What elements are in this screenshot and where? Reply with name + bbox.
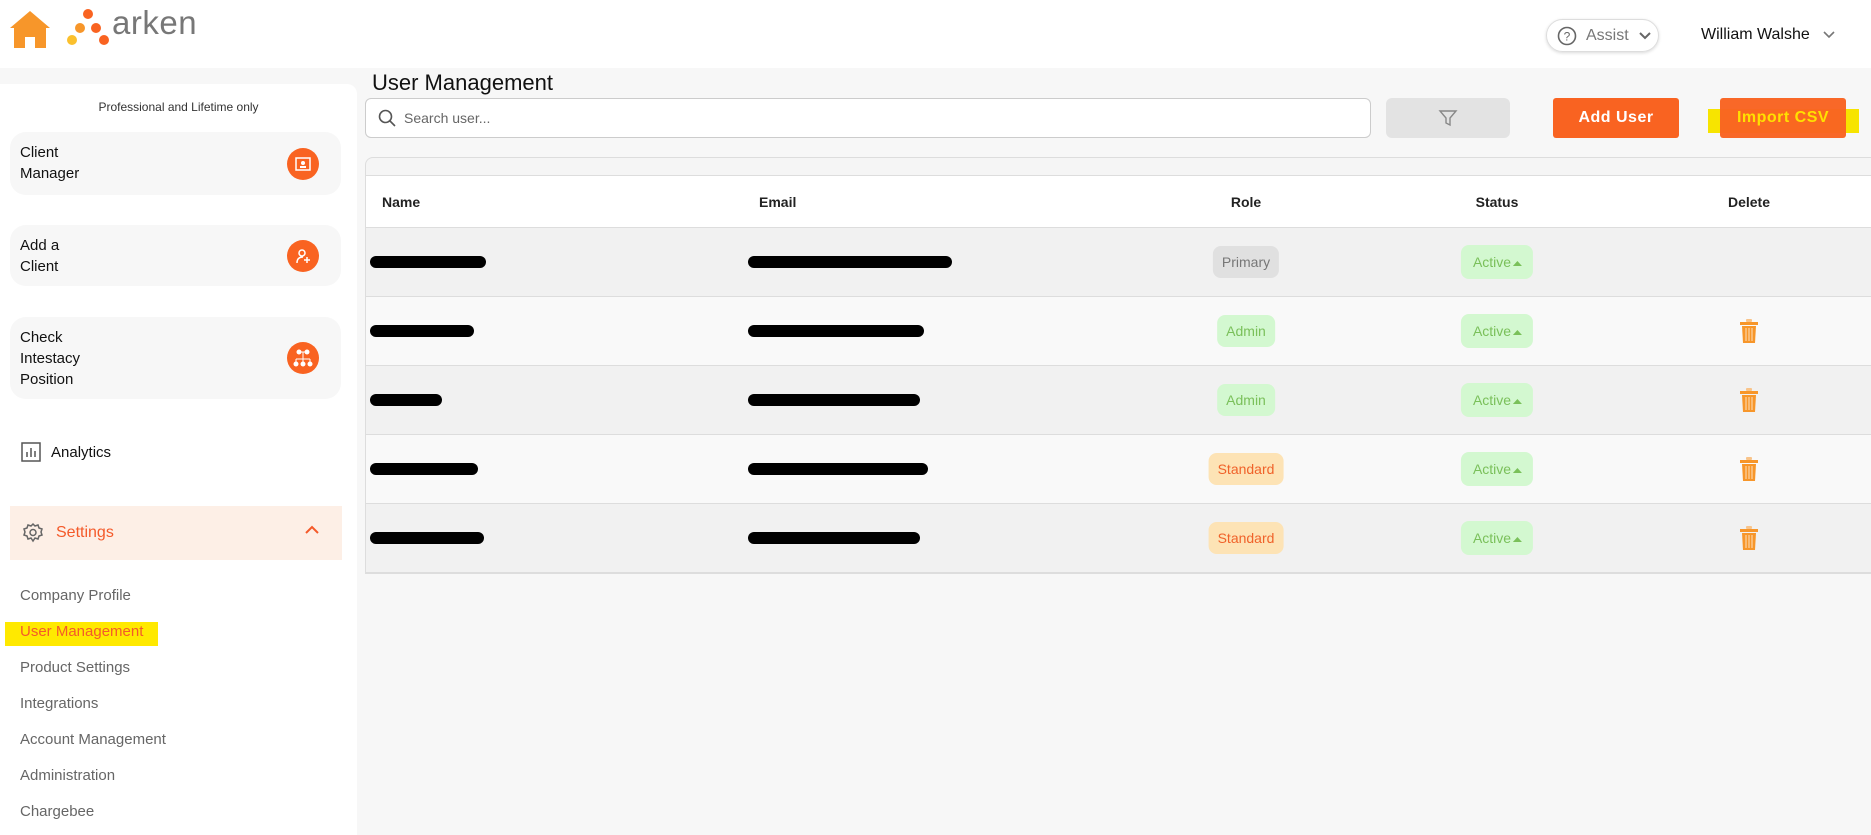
search-box[interactable] — [365, 98, 1371, 138]
status-label: Active — [1472, 392, 1512, 408]
submenu-user-management[interactable]: User Management — [20, 623, 143, 640]
redacted-name — [370, 532, 484, 544]
card-label: Client — [20, 258, 59, 275]
assist-label: Assist — [1586, 26, 1629, 44]
role-badge: Primary — [1212, 246, 1280, 278]
role-badge: Admin — [1217, 384, 1275, 416]
client-manager-card[interactable]: Client Manager — [10, 132, 341, 195]
redacted-email — [748, 325, 924, 337]
table-header: Name Email Role Status Delete — [366, 175, 1871, 228]
logo-text: arken — [112, 4, 198, 41]
filter-button[interactable] — [1386, 98, 1510, 138]
submenu-integrations[interactable]: Integrations — [20, 695, 98, 712]
caret-up-icon — [1513, 261, 1523, 266]
caret-up-icon — [1513, 399, 1523, 404]
arken-logo-icon[interactable] — [66, 8, 110, 48]
trash-icon[interactable] — [1740, 319, 1758, 343]
submenu-company-profile[interactable]: Company Profile — [20, 587, 131, 604]
gear-icon — [23, 522, 43, 543]
bar-chart-icon — [21, 442, 41, 462]
sidebar-item-settings[interactable]: Settings — [10, 506, 342, 560]
import-csv-button[interactable]: Import CSV — [1720, 98, 1846, 138]
col-status: Status — [1475, 193, 1519, 210]
status-label: Active — [1472, 323, 1512, 339]
redacted-email — [748, 256, 952, 268]
role-badge: Standard — [1208, 522, 1284, 554]
settings-label: Settings — [56, 524, 114, 541]
col-role: Role — [1230, 193, 1262, 210]
redacted-email — [748, 463, 928, 475]
card-label: Check — [20, 329, 63, 346]
page-title: User Management — [372, 70, 553, 95]
svg-text:?: ? — [1564, 29, 1571, 43]
sidebar: Professional and Lifetime only Client Ma… — [0, 84, 357, 835]
assist-button[interactable]: ? Assist — [1546, 19, 1659, 52]
card-label: Intestacy — [20, 350, 81, 367]
add-client-card[interactable]: Add a Client — [10, 225, 341, 286]
card-label: Client — [20, 144, 59, 161]
plan-note: Professional and Lifetime only — [98, 100, 259, 114]
submenu-account-management[interactable]: Account Management — [20, 731, 166, 748]
help-icon: ? — [1557, 26, 1577, 45]
role-badge: Admin — [1217, 315, 1275, 347]
analytics-label: Analytics — [51, 443, 112, 461]
table-row: Primary Active — [366, 228, 1871, 297]
role-badge: Standard — [1208, 453, 1284, 485]
submenu-administration[interactable]: Administration — [20, 767, 115, 784]
card-label: Position — [20, 371, 74, 388]
card-label: Manager — [20, 165, 80, 182]
submenu-product-settings[interactable]: Product Settings — [20, 659, 130, 676]
redacted-name — [370, 463, 478, 475]
col-delete: Delete — [1727, 193, 1771, 210]
redacted-email — [748, 394, 920, 406]
col-name: Name — [382, 193, 421, 210]
home-icon[interactable] — [8, 8, 52, 50]
users-table: Name Email Role Status Delete Primary Ac… — [365, 157, 1871, 574]
status-label: Active — [1472, 530, 1512, 546]
sidebar-item-analytics[interactable]: Analytics — [21, 442, 111, 462]
status-badge[interactable]: Active — [1460, 245, 1534, 279]
folder-user-icon — [287, 147, 319, 180]
chevron-down-icon — [1823, 31, 1835, 39]
submenu-chargebee[interactable]: Chargebee — [20, 803, 94, 820]
trash-icon[interactable] — [1740, 457, 1758, 481]
redacted-name — [370, 394, 442, 406]
user-name: William Walshe — [1701, 26, 1810, 43]
filter-icon — [1438, 110, 1458, 127]
col-email: Email — [759, 193, 797, 210]
status-badge[interactable]: Active — [1460, 383, 1534, 417]
caret-up-icon — [1513, 537, 1523, 542]
table-row: Standard Active — [366, 435, 1871, 504]
add-user-button[interactable]: Add User — [1553, 98, 1679, 138]
user-menu[interactable]: William Walshe — [1701, 26, 1836, 44]
top-header: arken ? Assist William Walshe — [0, 0, 1871, 68]
status-badge[interactable]: Active — [1460, 521, 1534, 555]
trash-icon[interactable] — [1740, 388, 1758, 412]
trash-icon[interactable] — [1740, 526, 1758, 550]
card-label: Add a — [20, 237, 60, 254]
caret-up-icon — [1513, 330, 1523, 335]
status-badge[interactable]: Active — [1460, 452, 1534, 486]
redacted-name — [370, 256, 486, 268]
chevron-up-icon[interactable] — [304, 524, 320, 536]
chevron-down-icon — [1638, 31, 1651, 39]
search-input[interactable] — [404, 110, 1304, 126]
caret-up-icon — [1513, 468, 1523, 473]
family-tree-icon — [287, 342, 319, 374]
redacted-email — [748, 532, 920, 544]
status-label: Active — [1472, 461, 1512, 477]
table-row: Admin Active — [366, 297, 1871, 366]
status-label: Active — [1472, 254, 1512, 270]
redacted-name — [370, 325, 474, 337]
table-row: Admin Active — [366, 366, 1871, 435]
status-badge[interactable]: Active — [1460, 314, 1534, 348]
search-icon — [378, 109, 396, 127]
check-intestacy-card[interactable]: Check Intestacy Position — [10, 317, 341, 399]
add-user-icon — [287, 239, 319, 272]
table-row: Standard Active — [366, 504, 1871, 573]
